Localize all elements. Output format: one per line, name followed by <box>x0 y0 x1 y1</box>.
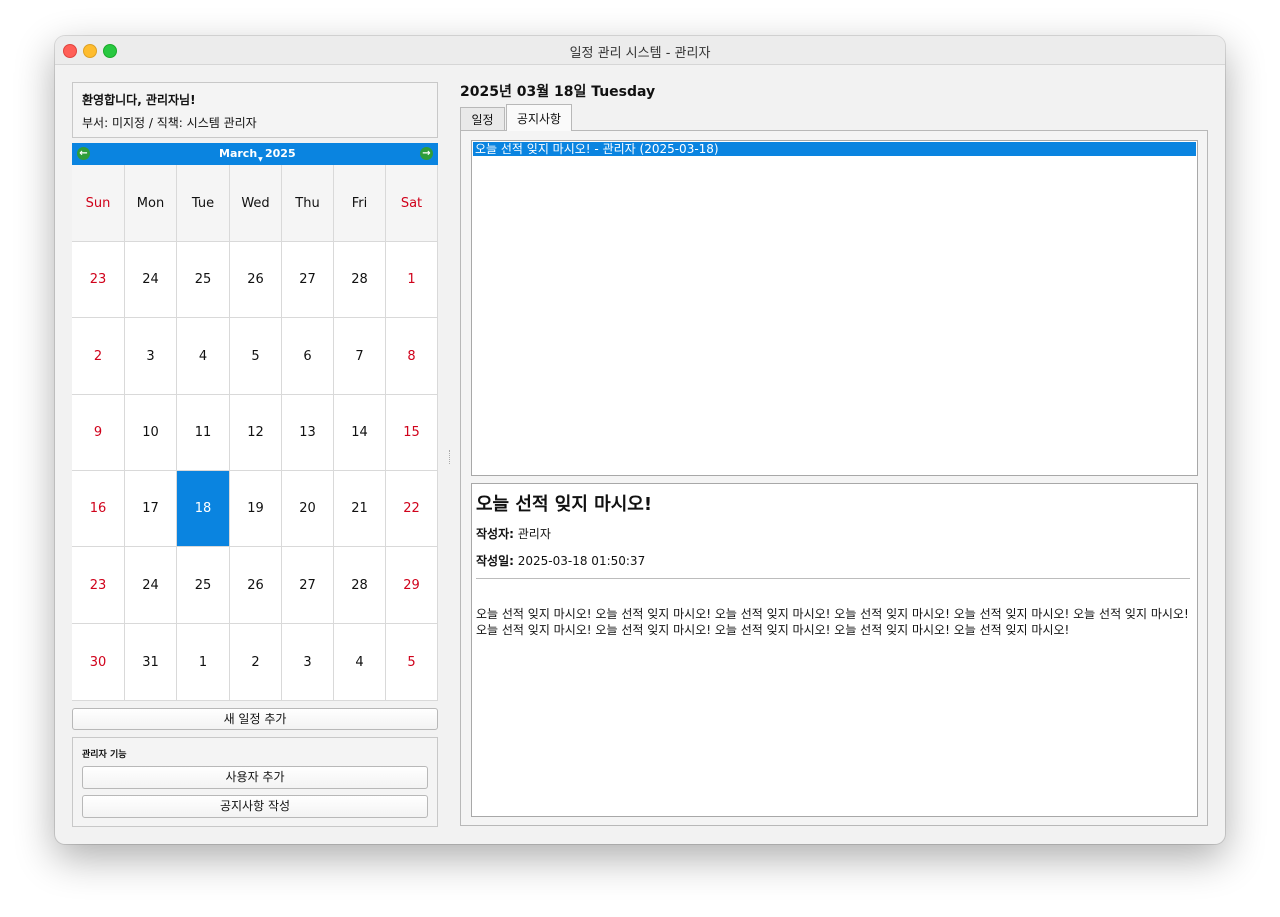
notice-body: 오늘 선적 잊지 마시오! 오늘 선적 잊지 마시오! 오늘 선적 잊지 마시오… <box>476 606 1192 638</box>
calendar-day[interactable]: 27 <box>282 242 334 318</box>
calendar-day[interactable]: 7 <box>334 318 386 395</box>
calendar-day[interactable]: 24 <box>125 242 177 318</box>
weekday-header: Mon <box>125 165 177 242</box>
calendar-day[interactable]: 24 <box>125 547 177 624</box>
title-bar: 일정 관리 시스템 - 관리자 <box>55 36 1225 65</box>
calendar-day[interactable]: 22 <box>386 471 438 547</box>
calendar-day[interactable]: 26 <box>230 547 282 624</box>
weekday-header: Sun <box>72 165 125 242</box>
month-label: March <box>219 147 258 160</box>
calendar-day[interactable]: 12 <box>230 395 282 471</box>
calendar-day[interactable]: 10 <box>125 395 177 471</box>
calendar-day[interactable]: 25 <box>177 547 230 624</box>
chevron-down-icon: ▼ <box>258 156 263 163</box>
app-window: 일정 관리 시스템 - 관리자 환영합니다, 관리자님! 부서: 미지정 / 직… <box>55 36 1225 844</box>
calendar-day[interactable]: 25 <box>177 242 230 318</box>
calendar-day[interactable]: 23 <box>72 547 125 624</box>
calendar-day[interactable]: 21 <box>334 471 386 547</box>
calendar-day[interactable]: 20 <box>282 471 334 547</box>
notice-list-item[interactable]: 오늘 선적 잊지 마시오! - 관리자 (2025-03-18) <box>473 142 1196 156</box>
calendar-day[interactable]: 4 <box>334 624 386 701</box>
calendar-day[interactable]: 3 <box>125 318 177 395</box>
weekday-header: Wed <box>230 165 282 242</box>
notice-date-row: 작성일: 2025-03-18 01:50:37 <box>476 552 645 569</box>
next-month-icon[interactable]: → <box>420 147 433 160</box>
notice-body-line: 오늘 선적 잊지 마시오! 오늘 선적 잊지 마시오! 오늘 선적 잊지 마시오… <box>476 623 1070 637</box>
calendar-day[interactable]: 1 <box>177 624 230 701</box>
date-header: 2025년 03월 18일 Tuesday <box>460 84 656 100</box>
tab-notices[interactable]: 공지사항 <box>506 104 572 131</box>
calendar-grid: Sun Mon Tue Wed Thu Fri Sat 23 24 25 26 27 28 1 2 3 4 5 6 7… <box>72 165 438 701</box>
tab-schedule[interactable]: 일정 <box>460 107 505 130</box>
calendar-day[interactable]: 11 <box>177 395 230 471</box>
notice-author-row: 작성자: 관리자 <box>476 525 551 542</box>
weekday-header: Tue <box>177 165 230 242</box>
date-label: 작성일: <box>476 554 514 568</box>
user-info: 부서: 미지정 / 직책: 시스템 관리자 <box>82 116 257 130</box>
weekday-header: Fri <box>334 165 386 242</box>
calendar-day[interactable]: 19 <box>230 471 282 547</box>
calendar-day[interactable]: 5 <box>230 318 282 395</box>
calendar-day[interactable]: 17 <box>125 471 177 547</box>
welcome-panel: 환영합니다, 관리자님! 부서: 미지정 / 직책: 시스템 관리자 <box>72 82 438 138</box>
calendar-day[interactable]: 28 <box>334 547 386 624</box>
calendar-day[interactable]: 30 <box>72 624 125 701</box>
calendar-day[interactable]: 27 <box>282 547 334 624</box>
notice-body-line: 오늘 선적 잊지 마시오! 오늘 선적 잊지 마시오! 오늘 선적 잊지 마시오… <box>476 607 1189 621</box>
calendar-day[interactable]: 31 <box>125 624 177 701</box>
admin-panel: 관리자 기능 사용자 추가 공지사항 작성 <box>72 737 438 827</box>
calendar-day[interactable]: 2 <box>72 318 125 395</box>
notice-detail: 오늘 선적 잊지 마시오! 작성자: 관리자 작성일: 2025-03-18 0… <box>471 483 1198 817</box>
calendar-day[interactable]: 13 <box>282 395 334 471</box>
calendar-day[interactable]: 8 <box>386 318 438 395</box>
calendar-day[interactable]: 29 <box>386 547 438 624</box>
splitter-handle[interactable] <box>449 450 452 464</box>
divider <box>476 578 1190 579</box>
weekday-header: Thu <box>282 165 334 242</box>
notice-date: 2025-03-18 01:50:37 <box>517 554 646 568</box>
calendar-day[interactable]: 5 <box>386 624 438 701</box>
calendar-day[interactable]: 2 <box>230 624 282 701</box>
calendar-day-selected[interactable]: 18 <box>177 471 230 547</box>
window-title: 일정 관리 시스템 - 관리자 <box>569 46 711 61</box>
weekday-header: Sat <box>386 165 438 242</box>
prev-month-icon[interactable]: ← <box>77 147 90 160</box>
calendar-day[interactable]: 6 <box>282 318 334 395</box>
notice-list[interactable]: 오늘 선적 잊지 마시오! - 관리자 (2025-03-18) <box>471 140 1198 476</box>
welcome-greeting: 환영합니다, 관리자님! <box>82 93 196 107</box>
author-label: 작성자: <box>476 527 514 541</box>
calendar: ← March▼ 2025 → Sun Mon Tue Wed Thu Fri Sat 23 2… <box>72 143 438 701</box>
calendar-day[interactable]: 4 <box>177 318 230 395</box>
calendar-day[interactable]: 28 <box>334 242 386 318</box>
calendar-day[interactable]: 9 <box>72 395 125 471</box>
calendar-day[interactable]: 1 <box>386 242 438 318</box>
admin-panel-title: 관리자 기능 <box>82 750 127 760</box>
calendar-day[interactable]: 23 <box>72 242 125 318</box>
calendar-day[interactable]: 15 <box>386 395 438 471</box>
calendar-day[interactable]: 26 <box>230 242 282 318</box>
calendar-day[interactable]: 3 <box>282 624 334 701</box>
notice-author: 관리자 <box>517 527 551 541</box>
write-notice-button[interactable]: 공지사항 작성 <box>82 795 428 818</box>
add-schedule-button[interactable]: 새 일정 추가 <box>72 708 438 730</box>
notices-tab-pane: 오늘 선적 잊지 마시오! - 관리자 (2025-03-18) 오늘 선적 잊… <box>460 130 1208 826</box>
notice-title: 오늘 선적 잊지 마시오! <box>476 494 653 515</box>
calendar-day[interactable]: 16 <box>72 471 125 547</box>
calendar-day[interactable]: 14 <box>334 395 386 471</box>
calendar-nav-bar: ← March▼ 2025 → <box>72 143 438 165</box>
month-selector[interactable]: March▼ <box>219 147 263 163</box>
year-selector[interactable]: 2025 <box>265 147 296 160</box>
add-user-button[interactable]: 사용자 추가 <box>82 766 428 789</box>
